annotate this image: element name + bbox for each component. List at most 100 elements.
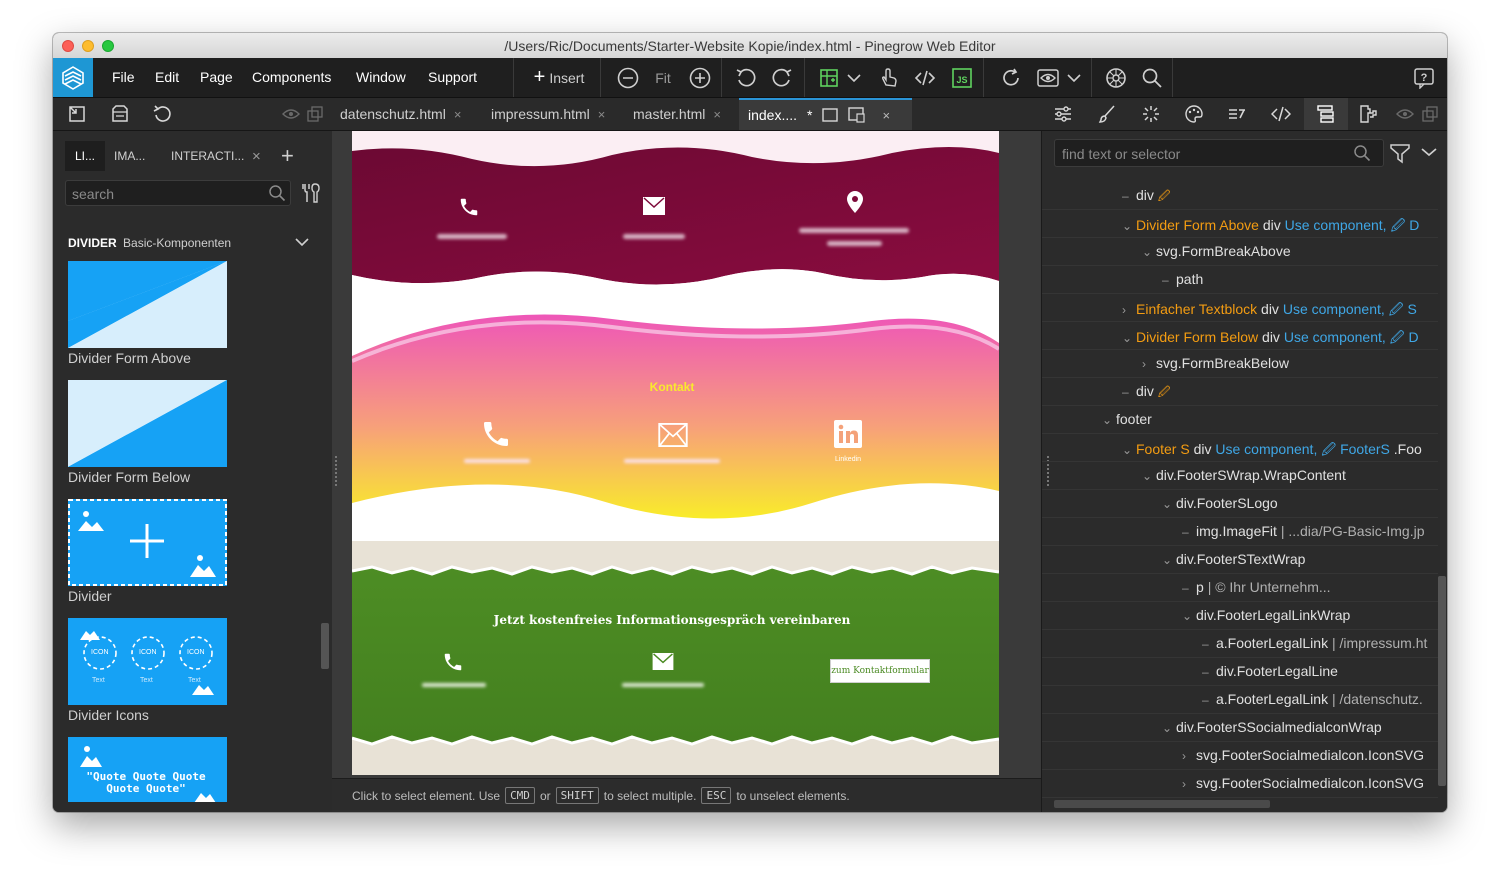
duplicate-icon[interactable]	[306, 105, 324, 123]
library-scrollbar[interactable]	[321, 623, 329, 669]
actions-magic-icon[interactable]	[1139, 102, 1163, 126]
tree-toggle-icon[interactable]: ⌄	[1162, 553, 1176, 567]
tab-interactions[interactable]: INTERACTI...	[171, 141, 244, 171]
help-icon[interactable]: ?	[1411, 58, 1437, 97]
tree-search-input[interactable]: find text or selector	[1054, 139, 1384, 167]
eye-icon[interactable]	[281, 106, 301, 122]
close-tab-icon[interactable]: ×	[252, 141, 261, 171]
settings-wheel-icon[interactable]	[1103, 58, 1129, 97]
use-component-link[interactable]: Use component,	[1215, 441, 1317, 457]
tab-images[interactable]: IMA...	[114, 141, 145, 171]
tab-master[interactable]: master.html ×	[633, 98, 721, 130]
add-tab-button[interactable]: +	[281, 141, 294, 171]
edit-pencil-icon[interactable]: 🖉	[1389, 301, 1404, 317]
tree-row[interactable]: ⌄ Divider Form Below div Use component, 🖉…	[1042, 321, 1438, 350]
tree-row[interactable]: ⌄ div.FooterSLogo	[1042, 489, 1438, 518]
tree-toggle-icon[interactable]: ⌄	[1122, 219, 1136, 233]
tree-view-icon[interactable]	[1304, 98, 1348, 130]
chevron-down-icon[interactable]	[846, 58, 862, 97]
use-component-link[interactable]: Use component,	[1285, 217, 1387, 233]
tree-toggle-icon[interactable]: ⌄	[1102, 413, 1116, 427]
close-tab-icon[interactable]: ×	[454, 107, 462, 122]
tools-icon[interactable]	[300, 181, 324, 205]
tree-row[interactable]: › svg.FormBreakBelow	[1042, 349, 1438, 378]
save-icon[interactable]	[108, 102, 132, 126]
undo-icon[interactable]	[733, 58, 759, 97]
javascript-icon[interactable]: JS	[949, 58, 975, 97]
text-align-icon[interactable]	[1225, 102, 1249, 126]
search-icon[interactable]	[267, 183, 287, 203]
menu-components[interactable]: Components	[252, 69, 331, 85]
tree-horizontal-scrollbar[interactable]	[1054, 800, 1270, 808]
tree-row[interactable]: ⌄ div.FooterSWrap.WrapContent	[1042, 461, 1438, 490]
tree-row[interactable]: – path	[1042, 265, 1438, 294]
zoom-out-icon[interactable]	[615, 58, 641, 97]
edit-pencil-icon[interactable]: 🖉	[1321, 441, 1336, 457]
tree-row[interactable]: – p | © Ihr Unternehm...	[1042, 573, 1438, 602]
quote-thumbnail[interactable]: "Quote Quote Quote Quote Quote"	[68, 737, 227, 802]
tree-toggle-icon[interactable]: ⌄	[1162, 497, 1176, 511]
insert-button[interactable]: + Insert	[528, 58, 590, 97]
tree-toggle-icon[interactable]: ⌄	[1142, 469, 1156, 483]
divider-form-above-thumbnail[interactable]	[68, 261, 227, 348]
interaction-hand-icon[interactable]	[876, 58, 902, 97]
divider-form-below-thumbnail[interactable]	[68, 380, 227, 467]
menu-page[interactable]: Page	[200, 69, 233, 85]
style-brush-icon[interactable]	[1095, 102, 1119, 126]
left-resize-handle[interactable]	[335, 456, 339, 486]
contact-form-button[interactable]: zum Kontaktformular	[830, 659, 930, 683]
tab-impressum[interactable]: impressum.html ×	[491, 98, 605, 130]
tree-row[interactable]: ⌄ div.FooterSTextWrap	[1042, 545, 1438, 574]
divider-icons-thumbnail[interactable]: ICON ICON ICON Text Text Text	[68, 618, 227, 705]
section-header[interactable]: DIVIDER Basic-Komponenten	[68, 236, 231, 250]
responsive-view-icon[interactable]	[848, 107, 866, 123]
library-search-input[interactable]: search	[65, 180, 291, 206]
tree-toggle-icon[interactable]: ⌄	[1182, 609, 1196, 623]
tree-row[interactable]: ⌄ div.FooterLegalLinkWrap	[1042, 601, 1438, 630]
eye-icon[interactable]	[1395, 106, 1415, 122]
open-page-icon[interactable]	[65, 102, 89, 126]
tree-toggle-icon[interactable]: ›	[1182, 749, 1196, 763]
search-icon[interactable]	[1352, 143, 1372, 163]
fit-button[interactable]: Fit	[648, 58, 678, 97]
page-view-icon[interactable]	[822, 108, 839, 122]
properties-sliders-icon[interactable]	[1051, 102, 1075, 126]
tree-row[interactable]: – div 🖉	[1042, 377, 1438, 406]
search-icon[interactable]	[1139, 58, 1165, 97]
refresh-icon[interactable]	[998, 58, 1024, 97]
use-component-link[interactable]: Use component,	[1284, 329, 1386, 345]
tree-row[interactable]: – div.FooterLegalLine	[1042, 657, 1438, 686]
close-tab-icon[interactable]: ×	[598, 107, 606, 122]
layout-grid-icon[interactable]	[816, 58, 842, 97]
edit-pencil-icon[interactable]: 🖉	[1158, 189, 1171, 203]
code-icon[interactable]	[912, 58, 938, 97]
preview-eye-icon[interactable]	[1035, 58, 1061, 97]
menu-edit[interactable]: Edit	[155, 69, 179, 85]
menu-support[interactable]: Support	[428, 69, 477, 85]
tree-row[interactable]: ⌄ Divider Form Above div Use component, 🖉…	[1042, 209, 1438, 238]
menu-window[interactable]: Window	[356, 69, 406, 85]
tree-row[interactable]: › Einfacher Textblock div Use component, …	[1042, 293, 1438, 322]
page-preview[interactable]: Kontakt Linkedin Jetzt kostenfreies Info…	[352, 131, 999, 775]
duplicate-icon[interactable]	[1421, 105, 1439, 123]
edit-pencil-icon[interactable]: 🖉	[1390, 217, 1405, 233]
palette-icon[interactable]	[1182, 102, 1206, 126]
tree-row[interactable]: › svg.FooterSocialmedialcon.IconSVG	[1042, 769, 1438, 798]
filter-icon[interactable]	[1388, 141, 1412, 165]
tree-row[interactable]: ⌄ Footer S div Use component, 🖉 FooterS .…	[1042, 433, 1438, 462]
tree-row[interactable]: – div 🖉	[1042, 181, 1438, 210]
close-tab-icon[interactable]: ×	[713, 107, 721, 122]
tree-scrollbar[interactable]	[1438, 576, 1446, 786]
tree-row[interactable]: ⌄ svg.FormBreakAbove	[1042, 237, 1438, 266]
tab-index[interactable]: index.... * ×	[739, 98, 912, 130]
pinegrow-logo-icon[interactable]	[53, 58, 93, 97]
edit-pencil-icon[interactable]: 🖉	[1158, 385, 1171, 399]
redo-icon[interactable]	[769, 58, 795, 97]
tree-toggle-icon[interactable]: ⌄	[1122, 331, 1136, 345]
tree-row[interactable]: – img.ImageFit | ...dia/PG-Basic-Img.jp	[1042, 517, 1438, 546]
tree-row[interactable]: – a.FooterLegalLink | /datenschutz.	[1042, 685, 1438, 714]
tree-toggle-icon[interactable]: ⌄	[1162, 721, 1176, 735]
use-component-link[interactable]: Use component,	[1283, 301, 1385, 317]
code-view-icon[interactable]	[1269, 102, 1293, 126]
zoom-in-icon[interactable]	[687, 58, 713, 97]
